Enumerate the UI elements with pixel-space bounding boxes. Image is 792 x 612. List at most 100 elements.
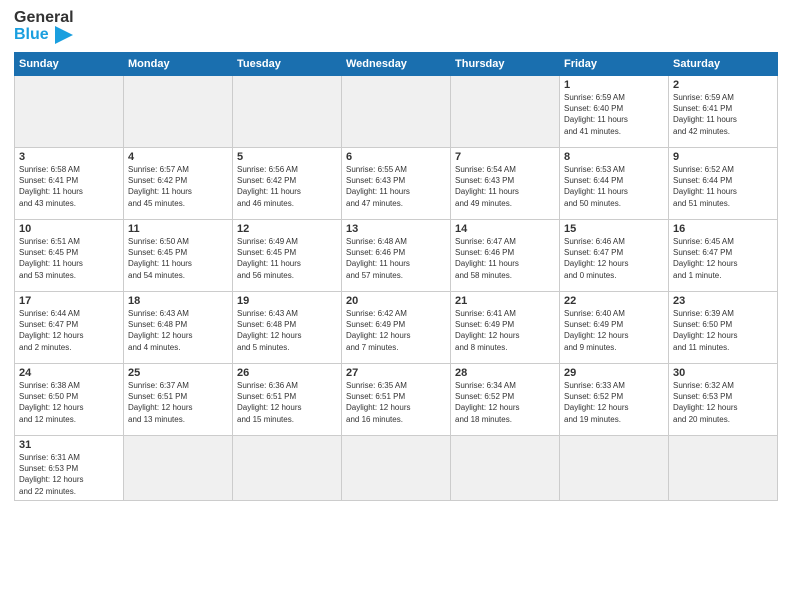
day-number: 16 <box>673 223 773 235</box>
calendar-day-cell <box>560 436 669 501</box>
day-number: 5 <box>237 151 337 163</box>
calendar-day-cell: 9Sunrise: 6:52 AM Sunset: 6:44 PM Daylig… <box>669 148 778 220</box>
day-of-week-header: Wednesday <box>342 53 451 76</box>
logo: General Blue <box>14 10 74 44</box>
day-number: 7 <box>455 151 555 163</box>
day-number: 6 <box>346 151 446 163</box>
calendar-day-cell: 22Sunrise: 6:40 AM Sunset: 6:49 PM Dayli… <box>560 292 669 364</box>
day-info: Sunrise: 6:54 AM Sunset: 6:43 PM Dayligh… <box>455 164 555 209</box>
day-info: Sunrise: 6:40 AM Sunset: 6:49 PM Dayligh… <box>564 308 664 353</box>
logo-general-text: General <box>14 9 74 26</box>
calendar-day-cell: 26Sunrise: 6:36 AM Sunset: 6:51 PM Dayli… <box>233 364 342 436</box>
day-info: Sunrise: 6:42 AM Sunset: 6:49 PM Dayligh… <box>346 308 446 353</box>
day-number: 10 <box>19 223 119 235</box>
calendar-week-row: 31Sunrise: 6:31 AM Sunset: 6:53 PM Dayli… <box>15 436 778 501</box>
day-of-week-header: Friday <box>560 53 669 76</box>
day-number: 8 <box>564 151 664 163</box>
day-info: Sunrise: 6:51 AM Sunset: 6:45 PM Dayligh… <box>19 236 119 281</box>
day-info: Sunrise: 6:34 AM Sunset: 6:52 PM Dayligh… <box>455 380 555 425</box>
calendar-day-cell: 25Sunrise: 6:37 AM Sunset: 6:51 PM Dayli… <box>124 364 233 436</box>
day-number: 25 <box>128 367 228 379</box>
day-info: Sunrise: 6:52 AM Sunset: 6:44 PM Dayligh… <box>673 164 773 209</box>
calendar-week-row: 10Sunrise: 6:51 AM Sunset: 6:45 PM Dayli… <box>15 220 778 292</box>
calendar-day-cell: 19Sunrise: 6:43 AM Sunset: 6:48 PM Dayli… <box>233 292 342 364</box>
calendar-day-cell <box>342 436 451 501</box>
logo-container: General Blue <box>14 10 74 44</box>
calendar-day-cell: 11Sunrise: 6:50 AM Sunset: 6:45 PM Dayli… <box>124 220 233 292</box>
calendar-day-cell: 31Sunrise: 6:31 AM Sunset: 6:53 PM Dayli… <box>15 436 124 501</box>
day-info: Sunrise: 6:58 AM Sunset: 6:41 PM Dayligh… <box>19 164 119 209</box>
day-info: Sunrise: 6:49 AM Sunset: 6:45 PM Dayligh… <box>237 236 337 281</box>
day-info: Sunrise: 6:41 AM Sunset: 6:49 PM Dayligh… <box>455 308 555 353</box>
day-info: Sunrise: 6:39 AM Sunset: 6:50 PM Dayligh… <box>673 308 773 353</box>
calendar-day-cell: 21Sunrise: 6:41 AM Sunset: 6:49 PM Dayli… <box>451 292 560 364</box>
calendar-day-cell: 28Sunrise: 6:34 AM Sunset: 6:52 PM Dayli… <box>451 364 560 436</box>
day-header-row: SundayMondayTuesdayWednesdayThursdayFrid… <box>15 53 778 76</box>
day-number: 27 <box>346 367 446 379</box>
day-number: 20 <box>346 295 446 307</box>
day-number: 31 <box>19 439 119 451</box>
calendar-day-cell: 12Sunrise: 6:49 AM Sunset: 6:45 PM Dayli… <box>233 220 342 292</box>
day-info: Sunrise: 6:43 AM Sunset: 6:48 PM Dayligh… <box>128 308 228 353</box>
day-number: 9 <box>673 151 773 163</box>
day-info: Sunrise: 6:59 AM Sunset: 6:41 PM Dayligh… <box>673 92 773 137</box>
day-of-week-header: Saturday <box>669 53 778 76</box>
day-number: 11 <box>128 223 228 235</box>
calendar-week-row: 3Sunrise: 6:58 AM Sunset: 6:41 PM Daylig… <box>15 148 778 220</box>
calendar-day-cell: 16Sunrise: 6:45 AM Sunset: 6:47 PM Dayli… <box>669 220 778 292</box>
logo-triangle-icon <box>55 26 73 44</box>
calendar-day-cell <box>124 436 233 501</box>
calendar-day-cell <box>342 76 451 148</box>
day-info: Sunrise: 6:38 AM Sunset: 6:50 PM Dayligh… <box>19 380 119 425</box>
calendar-day-cell: 7Sunrise: 6:54 AM Sunset: 6:43 PM Daylig… <box>451 148 560 220</box>
day-number: 29 <box>564 367 664 379</box>
day-of-week-header: Tuesday <box>233 53 342 76</box>
calendar-day-cell: 2Sunrise: 6:59 AM Sunset: 6:41 PM Daylig… <box>669 76 778 148</box>
day-number: 12 <box>237 223 337 235</box>
day-info: Sunrise: 6:35 AM Sunset: 6:51 PM Dayligh… <box>346 380 446 425</box>
calendar-day-cell: 3Sunrise: 6:58 AM Sunset: 6:41 PM Daylig… <box>15 148 124 220</box>
calendar-day-cell: 23Sunrise: 6:39 AM Sunset: 6:50 PM Dayli… <box>669 292 778 364</box>
calendar-day-cell <box>233 76 342 148</box>
calendar-day-cell: 10Sunrise: 6:51 AM Sunset: 6:45 PM Dayli… <box>15 220 124 292</box>
day-number: 18 <box>128 295 228 307</box>
day-number: 2 <box>673 79 773 91</box>
day-number: 17 <box>19 295 119 307</box>
day-number: 22 <box>564 295 664 307</box>
day-info: Sunrise: 6:59 AM Sunset: 6:40 PM Dayligh… <box>564 92 664 137</box>
header: General Blue <box>14 10 778 44</box>
calendar-week-row: 1Sunrise: 6:59 AM Sunset: 6:40 PM Daylig… <box>15 76 778 148</box>
day-number: 24 <box>19 367 119 379</box>
calendar-day-cell: 20Sunrise: 6:42 AM Sunset: 6:49 PM Dayli… <box>342 292 451 364</box>
calendar-week-row: 24Sunrise: 6:38 AM Sunset: 6:50 PM Dayli… <box>15 364 778 436</box>
day-number: 21 <box>455 295 555 307</box>
day-info: Sunrise: 6:36 AM Sunset: 6:51 PM Dayligh… <box>237 380 337 425</box>
calendar-day-cell: 13Sunrise: 6:48 AM Sunset: 6:46 PM Dayli… <box>342 220 451 292</box>
day-number: 3 <box>19 151 119 163</box>
day-info: Sunrise: 6:57 AM Sunset: 6:42 PM Dayligh… <box>128 164 228 209</box>
day-info: Sunrise: 6:44 AM Sunset: 6:47 PM Dayligh… <box>19 308 119 353</box>
calendar-day-cell <box>451 436 560 501</box>
day-info: Sunrise: 6:55 AM Sunset: 6:43 PM Dayligh… <box>346 164 446 209</box>
calendar-day-cell: 8Sunrise: 6:53 AM Sunset: 6:44 PM Daylig… <box>560 148 669 220</box>
day-of-week-header: Thursday <box>451 53 560 76</box>
day-info: Sunrise: 6:31 AM Sunset: 6:53 PM Dayligh… <box>19 452 119 497</box>
day-number: 15 <box>564 223 664 235</box>
calendar-day-cell: 5Sunrise: 6:56 AM Sunset: 6:42 PM Daylig… <box>233 148 342 220</box>
day-of-week-header: Sunday <box>15 53 124 76</box>
calendar-day-cell <box>124 76 233 148</box>
day-info: Sunrise: 6:48 AM Sunset: 6:46 PM Dayligh… <box>346 236 446 281</box>
calendar-day-cell: 18Sunrise: 6:43 AM Sunset: 6:48 PM Dayli… <box>124 292 233 364</box>
calendar-day-cell: 30Sunrise: 6:32 AM Sunset: 6:53 PM Dayli… <box>669 364 778 436</box>
day-number: 23 <box>673 295 773 307</box>
calendar-week-row: 17Sunrise: 6:44 AM Sunset: 6:47 PM Dayli… <box>15 292 778 364</box>
day-info: Sunrise: 6:53 AM Sunset: 6:44 PM Dayligh… <box>564 164 664 209</box>
day-info: Sunrise: 6:45 AM Sunset: 6:47 PM Dayligh… <box>673 236 773 281</box>
calendar-day-cell <box>233 436 342 501</box>
calendar-day-cell: 6Sunrise: 6:55 AM Sunset: 6:43 PM Daylig… <box>342 148 451 220</box>
logo-blue-text: Blue <box>14 26 49 43</box>
page: General Blue SundayMondayTuesdayWednesda… <box>0 0 792 612</box>
day-info: Sunrise: 6:43 AM Sunset: 6:48 PM Dayligh… <box>237 308 337 353</box>
calendar-day-cell: 14Sunrise: 6:47 AM Sunset: 6:46 PM Dayli… <box>451 220 560 292</box>
day-info: Sunrise: 6:32 AM Sunset: 6:53 PM Dayligh… <box>673 380 773 425</box>
